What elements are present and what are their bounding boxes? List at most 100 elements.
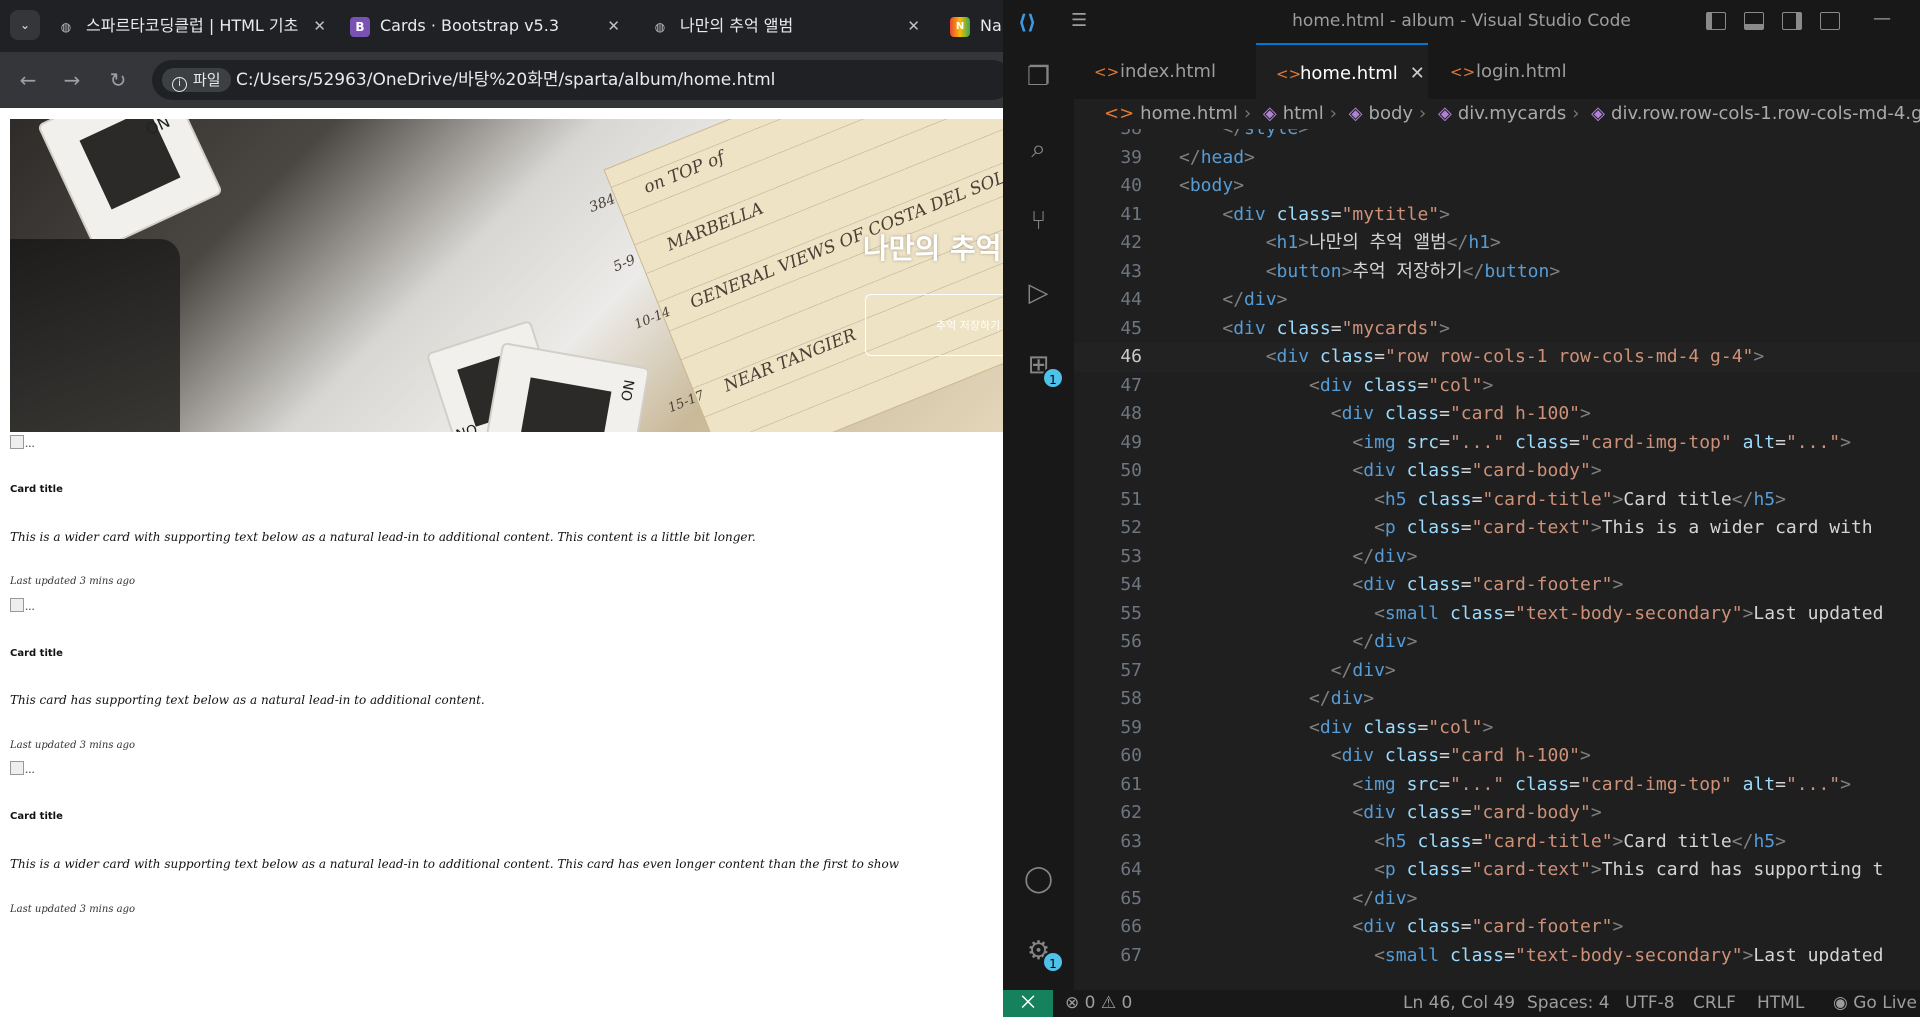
source-control-icon[interactable]: ⑂ (1020, 203, 1057, 240)
close-tab-icon[interactable]: ✕ (607, 8, 620, 44)
site-info-chip[interactable]: i 파일 (162, 68, 231, 92)
code-editor[interactable]: 38 </style> 39 </head> 40 <body> 41 <div clas… (1074, 129, 1920, 990)
code-line[interactable]: 51 <h5 class="card-title">Card title</h5… (1074, 486, 1920, 515)
breadcrumb-item[interactable]: div.row.row-cols-1.row-cols-md-4.g (1611, 103, 1920, 124)
note-line: NEAR TANGIER (721, 325, 860, 397)
code-line[interactable]: 62 <div class="card-body"> (1074, 799, 1920, 828)
breadcrumb-item[interactable]: home.html (1140, 103, 1238, 124)
browser-tab-naver[interactable]: N Na (950, 8, 1003, 44)
hamburger-menu-icon[interactable]: ☰ (1071, 10, 1087, 31)
minimize-icon[interactable]: — (1873, 8, 1891, 29)
close-tab-icon[interactable]: ✕ (313, 8, 326, 44)
address-bar[interactable]: i 파일 C:/Users/52963/OneDrive/바탕%20화면/spar… (152, 60, 1003, 100)
breadcrumb-item[interactable]: html (1283, 103, 1324, 124)
broadcast-icon: ◉ (1833, 993, 1854, 1013)
reload-icon[interactable]: ↻ (104, 66, 132, 94)
line-number: 62 (1120, 802, 1142, 823)
code-line[interactable]: 49 <img src="..." class="card-img-top" a… (1074, 429, 1920, 458)
code-line[interactable]: 41 <div class="mytitle"> (1074, 201, 1920, 230)
code-line[interactable]: 64 <p class="card-text">This card has su… (1074, 856, 1920, 885)
indentation-status[interactable]: Spaces: 4 (1527, 990, 1610, 1017)
browser-tab-bootstrap[interactable]: B Cards · Bootstrap v5.3 ✕ (350, 8, 630, 44)
tab-label: login.html (1476, 61, 1567, 82)
close-tab-icon[interactable]: ✕ (907, 8, 920, 44)
line-number: 57 (1120, 659, 1142, 681)
code-text: </div> (1352, 545, 1418, 567)
toggle-panel-icon[interactable] (1744, 12, 1764, 30)
url-text[interactable]: C:/Users/52963/OneDrive/바탕%20화면/sparta/a… (236, 60, 775, 100)
tab-search-dropdown[interactable]: ⌄ (10, 10, 40, 40)
language-status[interactable]: HTML (1757, 990, 1804, 1017)
code-line[interactable]: 44 </div> (1074, 286, 1920, 315)
explorer-icon[interactable]: ❐ (1020, 59, 1057, 96)
code-text: </style> (1179, 129, 1309, 144)
line-number: 61 (1120, 773, 1142, 795)
go-live-status[interactable]: ◉ Go Live (1833, 990, 1917, 1017)
encoding-status[interactable]: UTF-8 (1625, 990, 1675, 1017)
code-line[interactable]: 58 </div> (1074, 685, 1920, 714)
settings-badge: 1 (1042, 951, 1064, 973)
account-icon[interactable]: ◯ (1020, 861, 1057, 898)
status-bar: ⨉ ⊗ 0 ⚠ 0 Ln 46, Col 49 Spaces: 4 UTF-8 … (1003, 990, 1920, 1017)
cursor-position-status[interactable]: Ln 46, Col 49 (1403, 990, 1515, 1017)
tab-index-html[interactable]: <> index.html (1094, 43, 1254, 99)
search-icon[interactable]: ⌕ (1020, 131, 1057, 168)
code-line[interactable]: 48 <div class="card h-100"> (1074, 400, 1920, 429)
line-number: 49 (1120, 431, 1142, 453)
code-line[interactable]: 45 <div class="mycards"> (1074, 315, 1920, 344)
code-line[interactable]: 52 <p class="card-text">This is a wider … (1074, 514, 1920, 543)
code-text: </div> (1352, 631, 1418, 652)
line-number: 56 (1120, 631, 1142, 652)
note-number: 15-17 (666, 388, 707, 417)
code-text: <body> (1179, 175, 1245, 196)
close-icon[interactable]: ✕ (1410, 63, 1425, 84)
code-text: <img src="..." class="card-img-top" alt=… (1352, 773, 1851, 795)
code-line[interactable]: 56 </div> (1074, 628, 1920, 657)
customize-layout-icon[interactable] (1820, 12, 1840, 30)
code-line[interactable]: 59 <div class="col"> (1074, 714, 1920, 743)
code-line[interactable]: 55 <small class="text-body-secondary">La… (1074, 600, 1920, 629)
chevron-right-icon: › (1419, 103, 1427, 124)
browser-tab-album[interactable]: ◍ 나만의 추억 앨범 ✕ (650, 8, 930, 44)
line-number: 52 (1120, 517, 1142, 538)
run-debug-icon[interactable]: ▷ (1020, 275, 1057, 312)
code-line[interactable]: 66 <div class="card-footer"> (1074, 913, 1920, 942)
problems-status[interactable]: ⊗ 0 ⚠ 0 (1065, 990, 1132, 1017)
code-line[interactable]: 47 <div class="col"> (1074, 372, 1920, 401)
browser-tab-sparta[interactable]: ◍ 스파르타코딩클럽 | HTML 기초 ✕ (56, 8, 336, 44)
tab-home-html[interactable]: <> home.html ✕ (1256, 43, 1428, 99)
toggle-secondary-sidebar-icon[interactable] (1782, 12, 1802, 30)
code-line[interactable]: 65 </div> (1074, 885, 1920, 914)
breadcrumb-item[interactable]: div.mycards (1458, 103, 1566, 124)
toggle-primary-sidebar-icon[interactable] (1706, 12, 1726, 30)
code-line[interactable]: 40 <body> (1074, 172, 1920, 201)
photo-slide: NO (479, 341, 651, 432)
forward-arrow-icon[interactable]: → (58, 66, 86, 94)
code-line[interactable]: 43 <button>추억 저장하기</button> (1074, 258, 1920, 287)
code-line[interactable]: 50 <div class="card-body"> (1074, 457, 1920, 486)
code-line[interactable]: 61 <img src="..." class="card-img-top" a… (1074, 771, 1920, 800)
element-icon: ◈ (1591, 103, 1606, 124)
line-number: 67 (1120, 944, 1142, 966)
save-memory-button[interactable]: 추억 저장하기 (865, 294, 1003, 356)
tab-login-html[interactable]: <> login.html (1450, 43, 1630, 99)
code-line[interactable]: 54 <div class="card-footer"> (1074, 571, 1920, 600)
code-line[interactable]: 60 <div class="card h-100"> (1074, 742, 1920, 771)
eol-status[interactable]: CRLF (1693, 990, 1736, 1017)
extensions-badge: 1 (1042, 367, 1064, 389)
code-text: <div class="card-footer"> (1352, 916, 1624, 937)
code-line[interactable]: 67 <small class="text-body-secondary">La… (1074, 942, 1920, 971)
code-line[interactable]: 46 <div class="row row-cols-1 row-cols-m… (1074, 343, 1920, 372)
back-arrow-icon[interactable]: ← (14, 66, 42, 94)
code-line[interactable]: 42 <h1>나만의 추억 앨범</h1> (1074, 229, 1920, 258)
card-image: ... (10, 761, 35, 777)
code-line[interactable]: 57 </div> (1074, 657, 1920, 686)
card-text: This is a wider card with supporting tex… (10, 857, 900, 871)
code-line[interactable]: 38 </style> (1074, 129, 1920, 144)
remote-indicator-icon[interactable]: ⨉ (1003, 990, 1053, 1017)
code-line[interactable]: 63 <h5 class="card-title">Card title</h5… (1074, 828, 1920, 857)
code-line[interactable]: 53 </div> (1074, 543, 1920, 572)
breadcrumb-item[interactable]: body (1369, 103, 1414, 124)
code-text: <div class="card h-100"> (1330, 403, 1591, 424)
code-line[interactable]: 39 </head> (1074, 144, 1920, 173)
